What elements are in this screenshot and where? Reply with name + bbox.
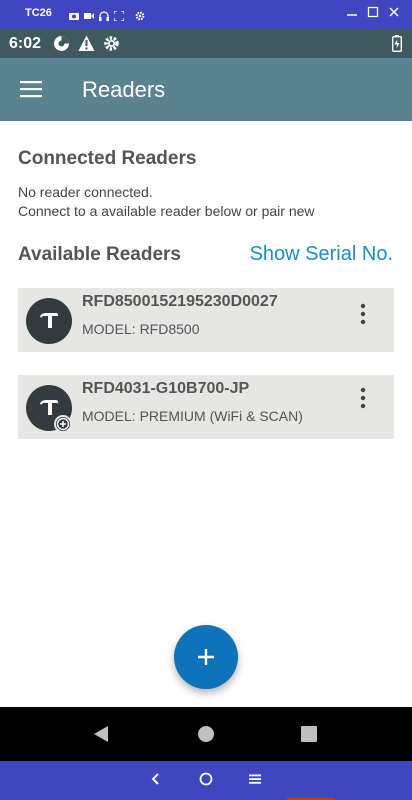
plus-icon [198,649,214,665]
show-serial-button[interactable]: Show Serial No. [250,243,393,266]
reader-name: RFD8500152195230D0027 [82,293,278,310]
app-bar: Readers [0,58,412,121]
home-icon[interactable] [197,725,215,748]
reader-device-icon [40,400,58,415]
close-icon[interactable] [388,5,400,19]
more-options-icon[interactable] [354,303,372,325]
back-icon[interactable] [148,771,164,787]
window-controls [346,5,400,19]
connected-readers-title: Connected Readers [18,148,197,169]
screen: TC26 6:02 Readers Connected Readers No r… [0,0,412,800]
video-icon[interactable] [84,8,94,19]
reader-device-icon [40,313,58,328]
reader-avatar [26,298,72,344]
maximize-icon[interactable] [367,5,379,19]
menu-icon[interactable] [247,771,263,787]
battery-charging-icon [391,35,403,53]
emulator-title-bar: TC26 [0,0,412,29]
headphones-icon[interactable] [99,8,109,21]
no-reader-text: No reader connected. [18,184,153,200]
available-readers-title: Available Readers [18,244,181,265]
reader-model: MODEL: RFD8500 [82,321,200,337]
back-icon[interactable] [92,725,110,748]
recent-apps-icon[interactable] [300,725,318,748]
warning-icon [78,35,95,52]
reader-card[interactable]: RFD4031-G10B700-JP MODEL: PREMIUM (WiFi … [18,375,394,439]
android-nav-bar [0,707,412,761]
settings-icon[interactable] [135,8,145,21]
reader-name: RFD4031-G10B700-JP [82,380,250,397]
data-saver-icon [53,35,70,52]
reader-card[interactable]: RFD8500152195230D0027 MODEL: RFD8500 [18,288,394,352]
minimize-icon[interactable] [346,5,358,19]
hamburger-menu-icon[interactable] [20,79,44,99]
emulator-title: TC26 [25,7,52,19]
settings-icon [103,35,120,52]
status-icons [53,35,120,52]
more-options-icon[interactable] [354,387,372,409]
fullscreen-icon[interactable] [113,8,125,22]
page-title: Readers [82,77,166,102]
reader-model: MODEL: PREMIUM (WiFi & SCAN) [82,408,303,424]
connect-hint-text: Connect to a available reader below or p… [18,203,315,219]
add-badge-icon [54,415,72,433]
camera-icon[interactable] [69,8,79,20]
emulator-nav-bar [0,761,412,800]
add-reader-button[interactable] [174,625,238,689]
status-bar: 6:02 [0,29,412,58]
emulator-toolbar [69,8,145,22]
home-icon[interactable] [198,771,214,787]
status-time: 6:02 [9,35,42,52]
